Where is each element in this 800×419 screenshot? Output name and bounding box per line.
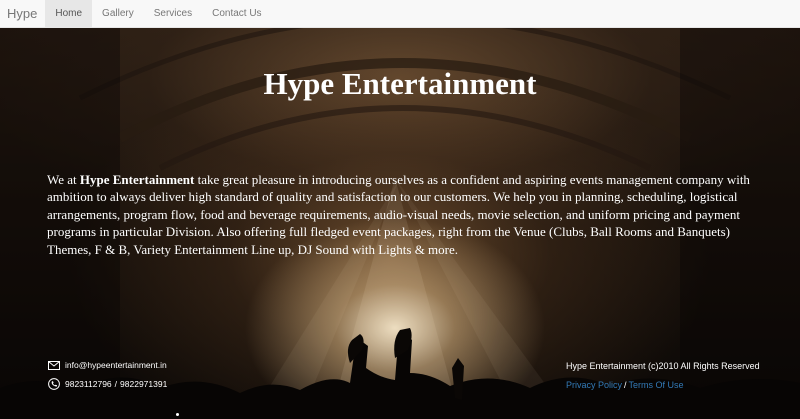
phone-number-2[interactable]: 9822971391 — [120, 379, 167, 389]
phone-icon — [48, 378, 60, 390]
footer-link-separator: / — [624, 380, 627, 390]
nav-contact-us[interactable]: Contact Us — [202, 0, 271, 27]
phone-number-1[interactable]: 9823112796 — [65, 379, 112, 389]
footer-right: Hype Entertainment (c)2010 All Rights Re… — [566, 359, 760, 392]
copyright-text: Hype Entertainment (c)2010 All Rights Re… — [566, 361, 760, 371]
nav-menu: Home Gallery Services Contact Us — [45, 0, 271, 27]
intro-prefix: We at — [47, 172, 80, 187]
nav-gallery[interactable]: Gallery — [92, 0, 144, 27]
phone-row: 9823112796 / 9822971391 — [48, 376, 167, 392]
email-text[interactable]: info@hypeentertainment.in — [65, 360, 167, 370]
terms-of-use-link[interactable]: Terms Of Use — [629, 380, 684, 390]
brand-link[interactable]: Hype — [0, 0, 45, 27]
page-title: Hype Entertainment — [263, 66, 537, 101]
intro-company-name: Hype Entertainment — [79, 172, 195, 187]
navbar: Hype Home Gallery Services Contact Us — [0, 0, 800, 28]
hero-section: Hype Entertainment We at Hype Entertainm… — [0, 28, 800, 419]
phone-separator: / — [114, 379, 118, 389]
email-row: info@hypeentertainment.in — [48, 357, 167, 373]
carousel-dot — [176, 413, 179, 416]
envelope-icon — [48, 360, 60, 370]
privacy-policy-link[interactable]: Privacy Policy — [566, 380, 622, 390]
nav-services[interactable]: Services — [144, 0, 202, 27]
contact-info: info@hypeentertainment.in 9823112796 / 9… — [48, 357, 167, 395]
intro-paragraph: We at Hype Entertainment take great plea… — [47, 171, 757, 258]
footer-links: Privacy Policy / Terms Of Use — [566, 378, 760, 392]
nav-home[interactable]: Home — [45, 0, 93, 27]
